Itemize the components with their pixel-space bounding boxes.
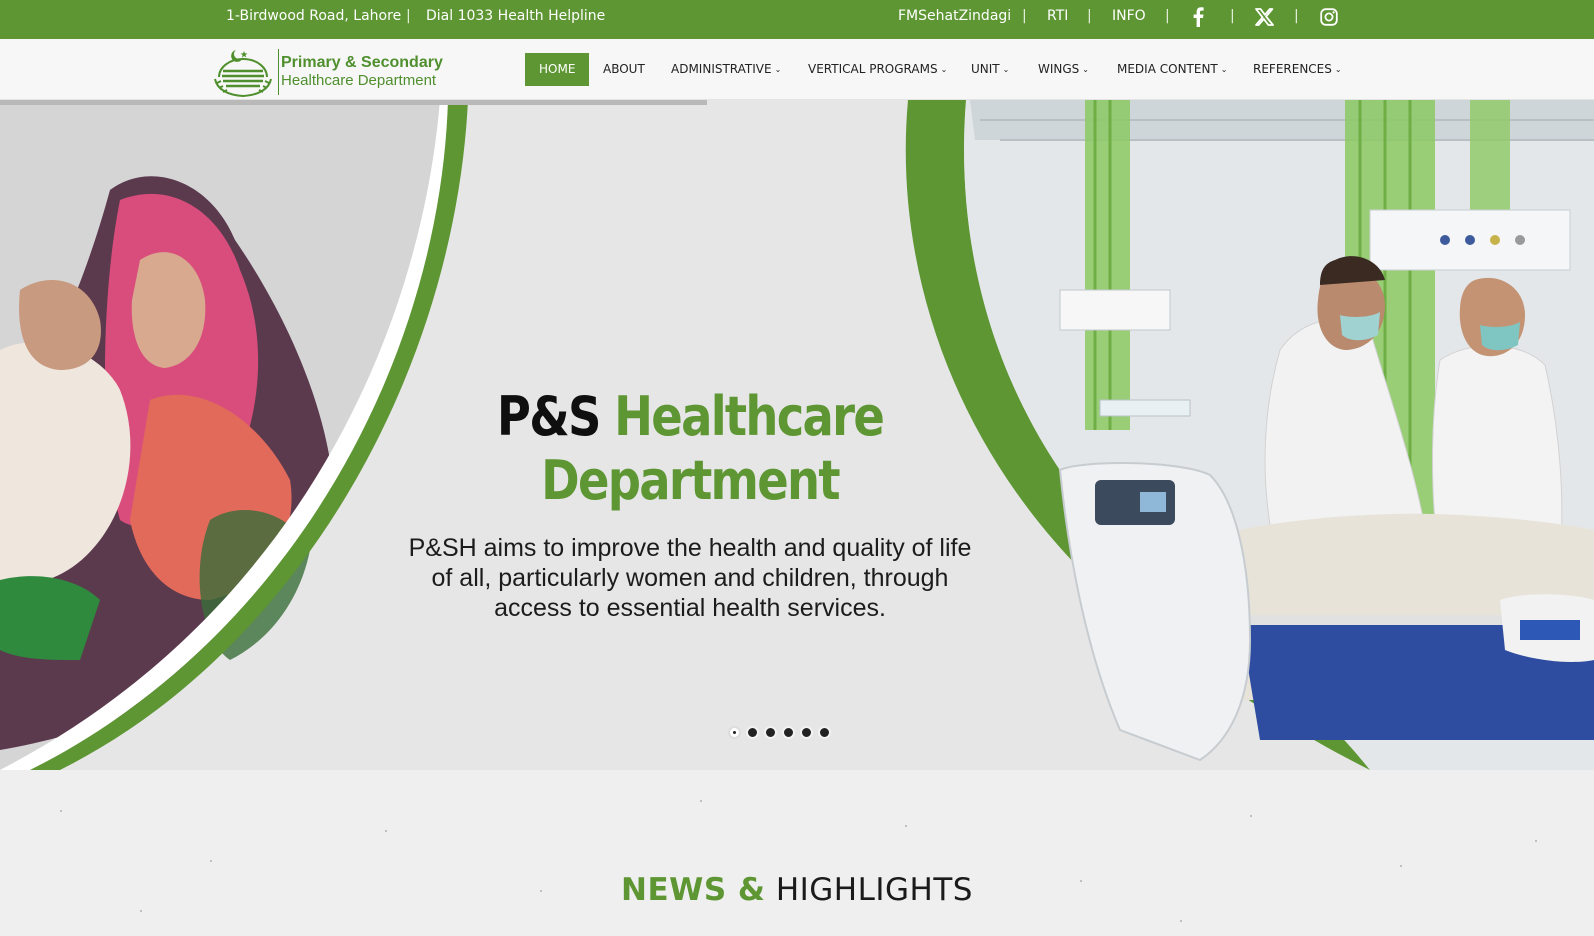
news-heading: NEWS & HIGHLIGHTS bbox=[0, 872, 1594, 908]
nav-media-content[interactable]: MEDIA CONTENT ⌄ bbox=[1103, 53, 1241, 86]
nav-label: REFERENCES bbox=[1253, 62, 1332, 76]
nav-administrative[interactable]: ADMINISTRATIVE ⌄ bbox=[657, 53, 795, 86]
logo-divider bbox=[278, 49, 279, 95]
rti-link[interactable]: RTI bbox=[1047, 8, 1068, 24]
nav-unit[interactable]: UNIT ⌄ bbox=[957, 53, 1023, 86]
hero-title: P&S Healthcare Department bbox=[441, 385, 940, 513]
slider-dot-4[interactable] bbox=[782, 726, 795, 739]
nav-label: ABOUT bbox=[603, 62, 645, 76]
nav-label: VERTICAL PROGRAMS bbox=[808, 62, 938, 76]
chevron-down-icon: ⌄ bbox=[940, 65, 948, 74]
helpline-link[interactable]: Dial 1033 Health Helpline bbox=[426, 8, 605, 24]
top-separator: | bbox=[1230, 8, 1235, 24]
top-separator: | bbox=[1087, 8, 1092, 24]
chevron-down-icon: ⌄ bbox=[1002, 65, 1010, 74]
chevron-down-icon: ⌄ bbox=[1220, 65, 1228, 74]
facebook-icon[interactable] bbox=[1191, 7, 1205, 27]
instagram-icon[interactable] bbox=[1320, 8, 1338, 26]
info-link[interactable]: INFO bbox=[1112, 8, 1146, 24]
nav-home[interactable]: HOME bbox=[525, 53, 590, 86]
slider-dot-6[interactable] bbox=[818, 726, 831, 739]
hero-slider: P&S Healthcare Department P&SH aims to i… bbox=[0, 100, 1594, 770]
nav-label: ADMINISTRATIVE bbox=[671, 62, 772, 76]
slider-progress-bar bbox=[0, 100, 707, 105]
nav-about[interactable]: ABOUT bbox=[589, 53, 659, 86]
logo-text: Primary & Secondary Healthcare Departmen… bbox=[281, 53, 443, 90]
slider-pagination bbox=[728, 726, 831, 739]
top-separator: | bbox=[1165, 8, 1170, 24]
department-logo[interactable]: Primary & Secondary Healthcare Departmen… bbox=[211, 47, 443, 98]
chevron-down-icon: ⌄ bbox=[1334, 65, 1342, 74]
top-separator: | bbox=[1294, 8, 1299, 24]
nav-label: UNIT bbox=[971, 62, 1000, 76]
hero-subtitle: P&SH aims to improve the health and qual… bbox=[408, 534, 972, 622]
top-separator: | bbox=[1022, 8, 1027, 24]
chevron-down-icon: ⌄ bbox=[1082, 65, 1089, 74]
nav-label: WINGS bbox=[1038, 62, 1080, 76]
hero-title-part1: P&S bbox=[496, 385, 602, 448]
hero-title-part3: Department bbox=[541, 449, 840, 512]
chevron-down-icon: ⌄ bbox=[774, 65, 782, 74]
slider-dot-5[interactable] bbox=[800, 726, 813, 739]
x-twitter-icon[interactable] bbox=[1255, 8, 1274, 26]
slider-dot-1[interactable] bbox=[728, 726, 741, 739]
nav-references[interactable]: REFERENCES ⌄ bbox=[1239, 53, 1356, 86]
main-navbar: Primary & Secondary Healthcare Departmen… bbox=[0, 39, 1594, 100]
logo-line-1: Primary & Secondary bbox=[281, 54, 443, 71]
nav-label: HOME bbox=[539, 62, 576, 76]
news-section: NEWS & HIGHLIGHTS bbox=[0, 770, 1594, 936]
hero-title-part2: Healthcare bbox=[614, 385, 885, 448]
slider-dot-2[interactable] bbox=[746, 726, 759, 739]
nav-wings[interactable]: WINGS ⌄ bbox=[1024, 53, 1103, 86]
news-heading-part1: NEWS & bbox=[621, 872, 766, 908]
slider-dot-3[interactable] bbox=[764, 726, 777, 739]
nav-label: MEDIA CONTENT bbox=[1117, 62, 1218, 76]
punjab-emblem-icon bbox=[214, 50, 272, 98]
nav-vertical-programs[interactable]: VERTICAL PROGRAMS ⌄ bbox=[794, 53, 961, 86]
address-text: 1-Birdwood Road, Lahore bbox=[226, 8, 402, 24]
logo-line-2: Healthcare Department bbox=[281, 72, 437, 89]
fmsehatzindagi-link[interactable]: FMSehatZindagi bbox=[898, 8, 1011, 24]
top-separator: | bbox=[406, 8, 411, 24]
top-bar: 1-Birdwood Road, Lahore | Dial 1033 Heal… bbox=[0, 0, 1594, 39]
news-heading-part2: HIGHLIGHTS bbox=[775, 872, 973, 908]
